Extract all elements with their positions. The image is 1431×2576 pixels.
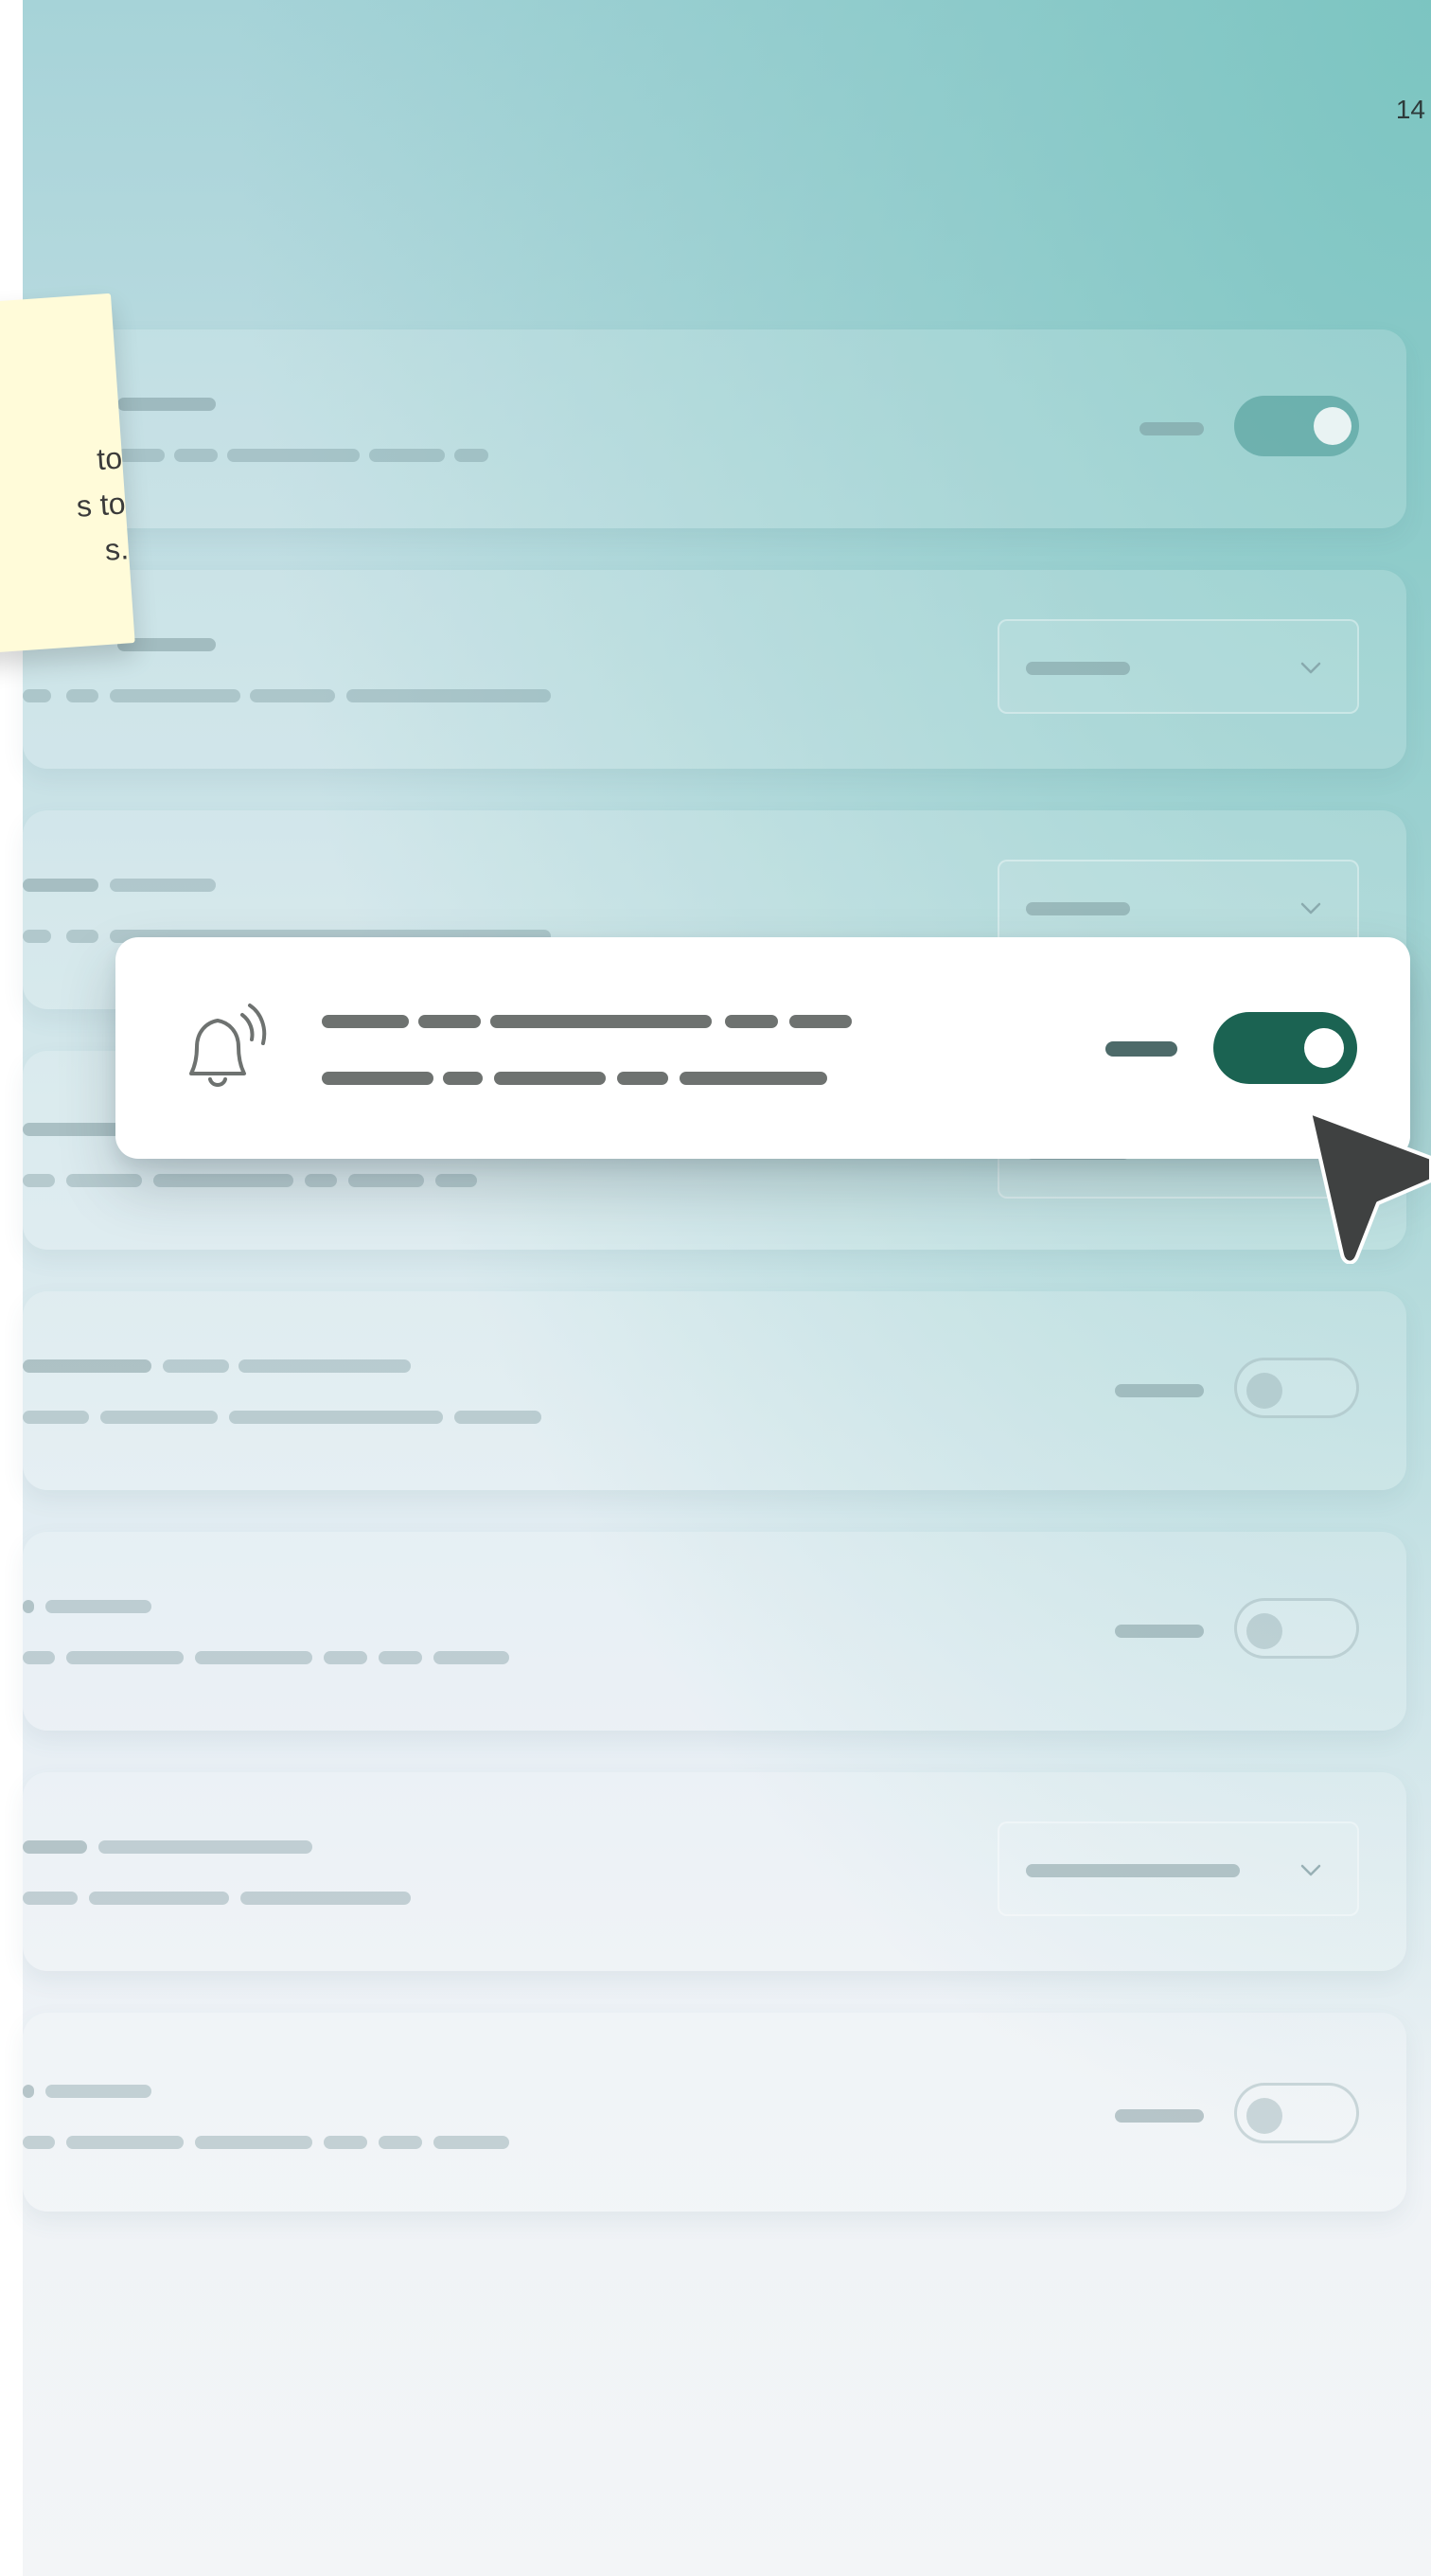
row-description [23,689,51,702]
chevron-down-icon [1300,662,1321,674]
chevron-down-icon [1300,1864,1321,1876]
row-title [23,1840,87,1854]
row-title [23,1600,34,1613]
row-title [117,398,216,411]
toggle-knob [1246,2098,1282,2134]
select-value [1026,902,1130,915]
toggle-label [1115,1625,1204,1638]
toggle-knob [1314,407,1352,445]
toggle-knob [1246,1373,1282,1409]
row-title [322,1015,409,1028]
toggle-switch[interactable] [1234,396,1359,456]
select-value [1026,1864,1240,1877]
row-title [23,2085,34,2098]
settings-row [23,1291,1406,1490]
toggle-switch[interactable] [1234,1358,1359,1418]
chevron-down-icon [1300,902,1321,915]
toggle-knob [1304,1028,1344,1068]
row-description [23,2136,55,2149]
select-dropdown[interactable] [998,1821,1359,1916]
settings-row [23,2013,1406,2212]
toggle-switch[interactable] [1234,1598,1359,1659]
row-description [322,1072,433,1085]
toggle-switch[interactable] [1234,2083,1359,2143]
notification-row-highlight [115,937,1410,1159]
row-description [117,449,165,462]
page-number: 14 [1395,95,1425,124]
row-title [23,879,98,892]
row-description [23,1411,89,1424]
row-description [23,1174,55,1187]
toggle-label [1115,1384,1204,1397]
toggle-label [1115,2109,1204,2123]
settings-canvas: 14 [23,0,1431,2576]
settings-row [23,329,1406,528]
row-description [23,1651,55,1664]
select-dropdown[interactable] [998,619,1359,714]
settings-row [23,570,1406,769]
settings-row [23,1772,1406,1971]
row-description [23,930,51,943]
toggle-label [1140,422,1204,435]
row-title [23,1359,151,1373]
sticky-note-text: to s to s. [75,440,130,567]
toggle-knob [1246,1613,1282,1649]
bell-icon [189,1004,267,1087]
notification-toggle[interactable] [1213,1012,1357,1084]
settings-row [23,1532,1406,1731]
cursor-icon [1308,1110,1431,1264]
select-value [1026,662,1130,675]
toggle-label [1105,1041,1177,1057]
row-description [23,1892,78,1905]
row-title [23,1123,121,1136]
